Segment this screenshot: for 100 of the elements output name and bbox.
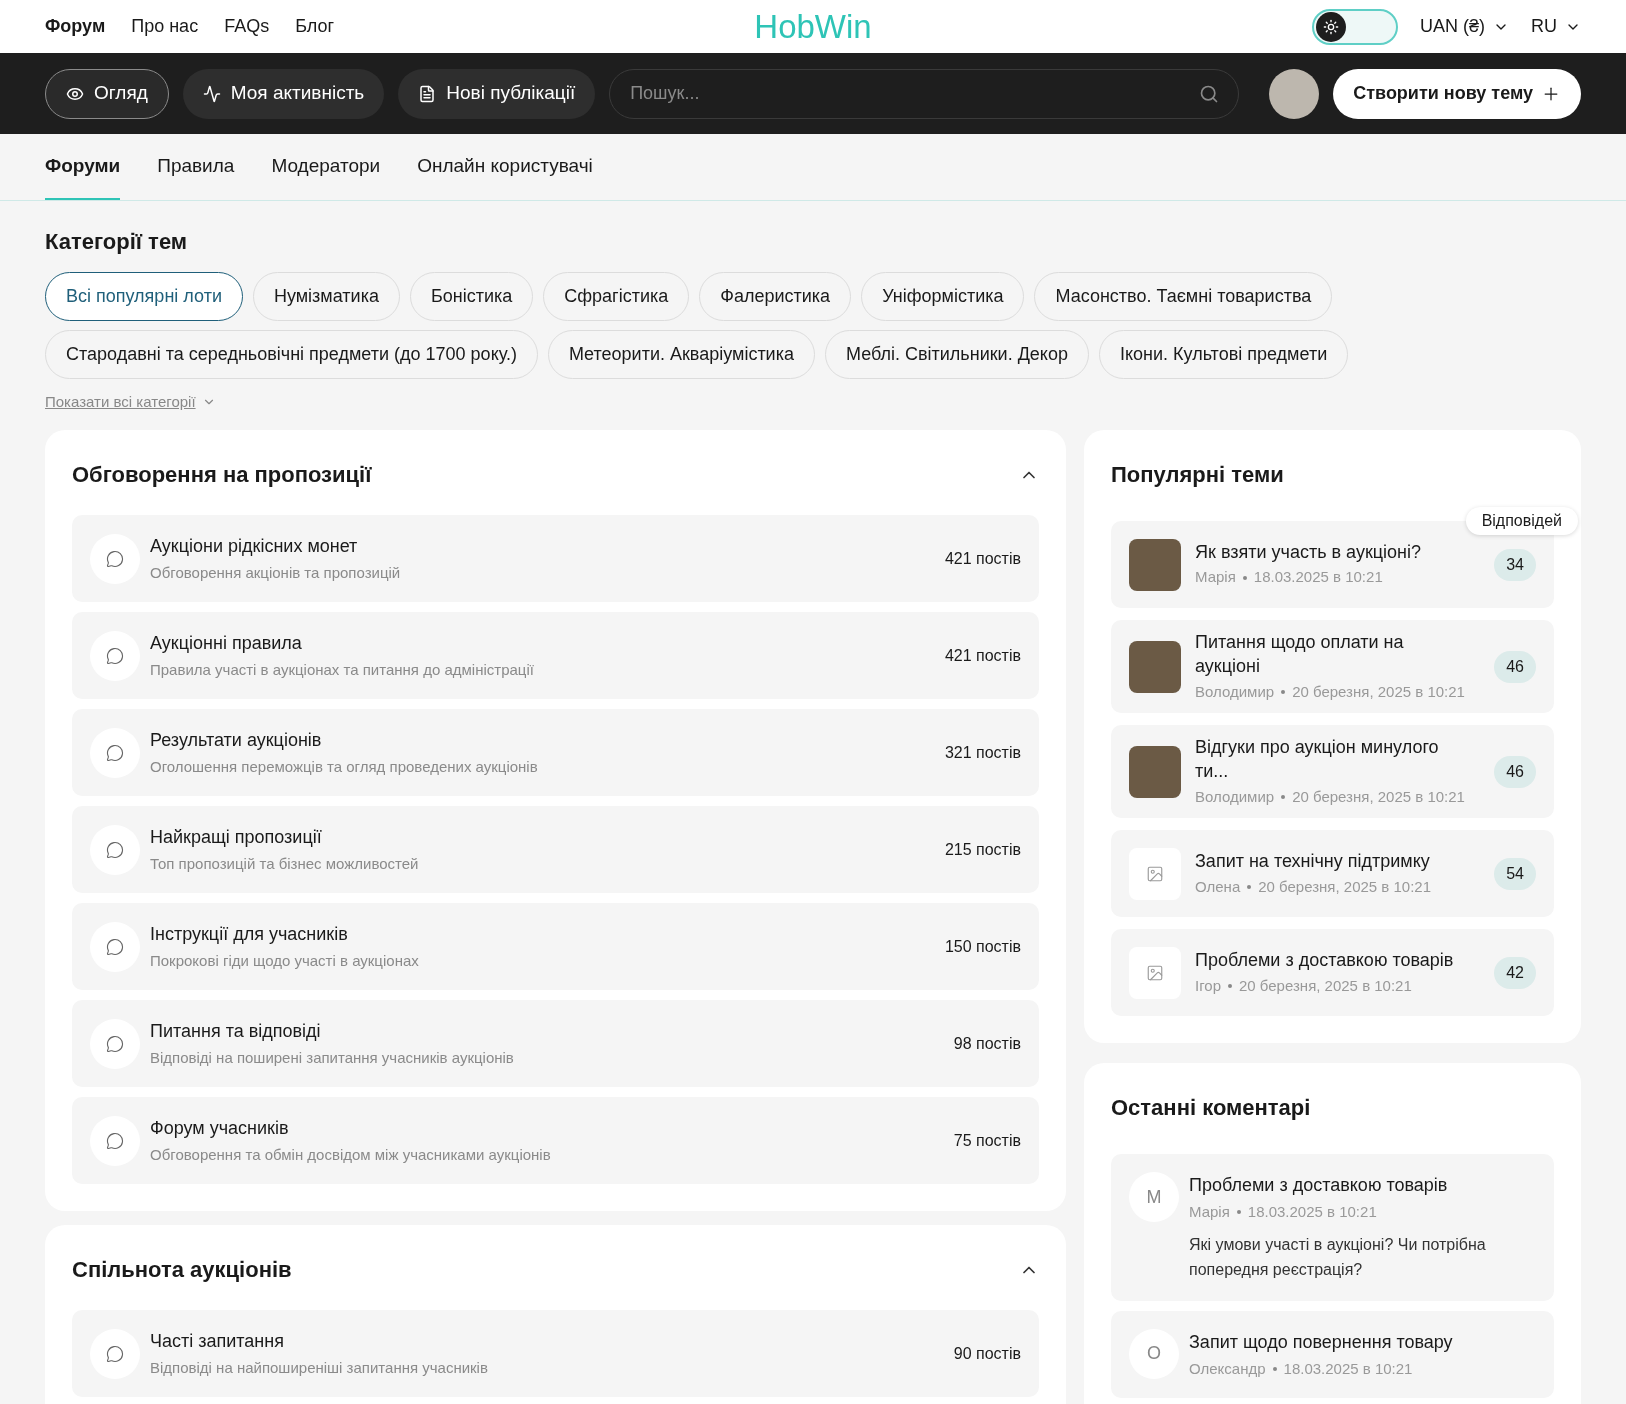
document-icon <box>418 84 437 103</box>
comment-title: Проблеми з доставкою товарів <box>1189 1174 1449 1198</box>
topic-author: Володимир <box>1195 681 1275 702</box>
forum-description: Відповіді на найпоширеніші запитання учасників <box>150 1357 488 1378</box>
toolbar-tab[interactable]: Моя активність <box>182 68 385 119</box>
forum-row[interactable]: Найкращі пропозиції Топ пропозицій та бізнес можливостей 215 постів <box>72 806 1039 893</box>
forum-description: Обговорення та обмін досвідом між учасниками аукціонів <box>150 1144 551 1165</box>
reply-count-badge: 42 <box>1494 956 1536 989</box>
card-title: Популярні теми <box>1111 461 1285 489</box>
photo-placeholder <box>1129 640 1181 693</box>
forum-description: Правила участі в аукціонах та питання до адміністрації <box>150 659 534 680</box>
comment-date: 18.03.2025 в 10:21 <box>1283 1358 1413 1379</box>
topic-title: Запит на технічну підтримку <box>1195 850 1431 874</box>
post-count: 321 постів <box>944 742 1021 763</box>
reply-count-badge: 54 <box>1494 857 1536 890</box>
nav-link[interactable]: Форум <box>45 13 106 40</box>
forum-name: Питання та відповіді <box>150 1019 322 1043</box>
avatar-initial: М <box>1129 1172 1179 1223</box>
topic-title: Відгуки про аукціон минулого ти... <box>1195 736 1440 784</box>
forum-name: Результати аукціонів <box>150 728 323 752</box>
forum-row[interactable]: Результати аукціонів Оголошення переможців та огляд проведених аукціонів 321 постів <box>72 709 1039 796</box>
forum-description: Оголошення переможців та огляд проведених аукціонів <box>150 756 538 777</box>
reply-count-badge: 34 <box>1494 548 1536 581</box>
pulse-icon <box>202 84 221 103</box>
photo-placeholder <box>1129 538 1181 591</box>
topic-author: Олена <box>1195 876 1241 897</box>
topic-date: 20 березня, 2025 в 10:21 <box>1239 975 1412 996</box>
categories-title: Категорії тем <box>45 228 189 256</box>
photo-placeholder <box>1129 745 1181 798</box>
theme-toggle[interactable] <box>1312 8 1398 45</box>
chat-icon <box>90 1018 140 1069</box>
reply-count-badge: 46 <box>1494 650 1536 683</box>
section-tab[interactable]: Модератори <box>271 134 381 200</box>
comment-title: Запит щодо повернення товару <box>1189 1330 1453 1354</box>
forum-row[interactable]: Інструкції для учасників Покрокові гіди щодо участі в аукціонах 150 постів <box>72 903 1039 990</box>
forum-row[interactable]: Форум учасників Обговорення та обмін досвідом між учасниками аукціонів 75 постів <box>72 1097 1039 1184</box>
post-count: 421 постів <box>944 645 1021 666</box>
image-icon <box>1146 963 1164 982</box>
topic-row[interactable]: Запит на технічну підтримку Олена 20 березня, 2025 в 10:21 54 <box>1111 830 1554 918</box>
post-count: 150 постів <box>944 936 1021 957</box>
comment-date: 18.03.2025 в 10:21 <box>1247 1202 1377 1223</box>
nav-link[interactable]: Блог <box>295 13 335 40</box>
chat-icon <box>90 630 140 681</box>
forum-row[interactable]: Аукціонні правила Правила участі в аукціонах та питання до адміністрації 421 постів <box>72 612 1039 699</box>
forum-description: Топ пропозицій та бізнес можливостей <box>150 853 419 874</box>
comment-author: Олександр <box>1189 1358 1266 1379</box>
category-chip[interactable]: Всі популярні лоти <box>45 272 243 321</box>
forum-name: Аукціонні правила <box>150 631 303 655</box>
toolbar-tab[interactable]: Огляд <box>45 68 169 119</box>
topic-row[interactable]: Проблеми з доставкою товарів Ігор 20 березня, 2025 в 10:21 42 <box>1111 929 1554 1017</box>
chat-icon <box>90 1328 140 1379</box>
post-count: 421 постів <box>944 548 1021 569</box>
forum-description: Покрокові гіди щодо участі в аукціонах <box>150 950 419 971</box>
forum-description: Обговорення акціонів та пропозицій <box>150 562 401 583</box>
card-title: Останні коментарі <box>1111 1094 1312 1123</box>
currency-select[interactable]: UAN (₴) <box>1420 13 1509 40</box>
language-select[interactable]: RU <box>1531 13 1581 40</box>
section-title: Спільнота аукціонів <box>72 1256 292 1284</box>
topic-date: 20 березня, 2025 в 10:21 <box>1292 786 1465 807</box>
section-tab[interactable]: Правила <box>157 134 235 200</box>
forum-name: Найкращі пропозиції <box>150 825 323 849</box>
search-icon <box>1199 83 1220 104</box>
topic-title: Питання щодо оплати на аукціоні <box>1195 631 1405 679</box>
chat-icon <box>90 1115 140 1166</box>
post-count: 98 постів <box>953 1033 1021 1054</box>
image-icon <box>1146 864 1164 883</box>
chat-icon <box>90 921 140 972</box>
chat-icon <box>90 533 140 584</box>
forum-name: Інструкції для учасників <box>150 922 349 946</box>
topic-row[interactable]: Питання щодо оплати на аукціоні Володимир 20 березня, 2025 в 10:21 46 <box>1111 620 1554 714</box>
tooltip: Відповідей <box>1465 507 1578 535</box>
forum-name: Часті запитання <box>150 1329 285 1353</box>
topic-title: Проблеми з доставкою товарів <box>1195 949 1455 973</box>
post-count: 75 постів <box>953 1130 1021 1151</box>
search-field[interactable]: Пошук... <box>609 68 1240 119</box>
forum-description: Відповіді на поширені запитання учасників аукціонів <box>150 1047 514 1068</box>
forum-row[interactable]: Часті запитання Відповіді на найпоширеніші запитання учасників 90 постів <box>72 1310 1039 1397</box>
nav-link[interactable]: FAQs <box>224 13 270 40</box>
create-topic-button[interactable]: Створити нову тему <box>1333 68 1581 119</box>
nav-link[interactable]: Про нас <box>131 13 199 40</box>
topic-author: Володимир <box>1195 786 1275 807</box>
section-tab[interactable]: Форуми <box>45 134 121 200</box>
topic-author: Ігор <box>1195 975 1221 996</box>
forum-row[interactable]: Питання та відповіді Відповіді на поширені запитання учасників аукціонів 98 постів <box>72 1000 1039 1087</box>
comment-text: Які умови участі в аукціоні? Чи потрібна попередня реєстрація? <box>1189 1234 1487 1281</box>
reply-count-badge: 46 <box>1494 755 1536 788</box>
comment-card[interactable]: О Запит щодо повернення товару Олександр 18.03.2025 в 10:21 <box>1111 1310 1554 1399</box>
post-count: 215 постів <box>944 839 1021 860</box>
post-count: 90 постів <box>953 1343 1021 1364</box>
topic-date: 20 березня, 2025 в 10:21 <box>1258 876 1432 897</box>
comment-card[interactable]: М Проблеми з доставкою товарів Марія 18.03.2025 в 10:21 Які умови участі в аукціоні? Чи потрібна попередня реєстрація? <box>1111 1154 1554 1301</box>
topic-title: Як взяти участь в аукціоні? <box>1195 541 1423 565</box>
section-title: Обговорення на пропозиції <box>72 461 372 489</box>
forum-row[interactable]: Аукціони рідкісних монет Обговорення акціонів та пропозицій 421 постів <box>72 515 1039 602</box>
avatar-initial: О <box>1129 1328 1179 1379</box>
topic-row[interactable]: Відгуки про аукціон минулого ти... Володимир 20 березня, 2025 в 10:21 46 <box>1111 725 1554 819</box>
toolbar-tab[interactable]: Нові публікації <box>398 68 596 119</box>
section-tab[interactable]: Онлайн користувачі <box>417 134 593 200</box>
sun-icon <box>1323 18 1339 35</box>
comment-author: Марія <box>1189 1202 1230 1223</box>
